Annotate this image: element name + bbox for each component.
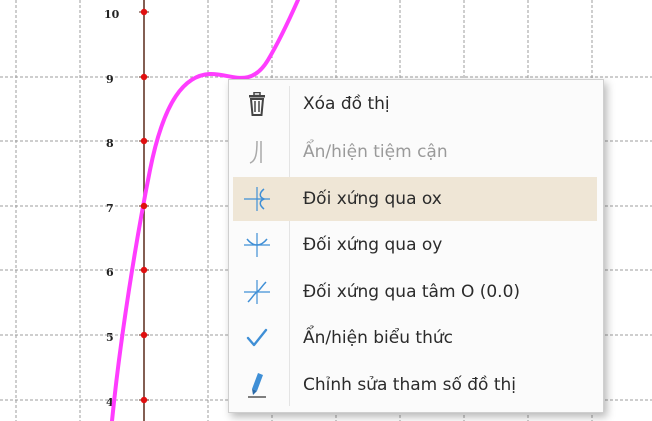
reflect-ox-icon — [233, 177, 281, 221]
y-tick-label: 10 — [104, 8, 120, 21]
y-tick-label: 9 — [106, 73, 114, 86]
axis-point — [140, 331, 148, 339]
y-tick-label: 6 — [106, 266, 114, 279]
menu-item-label: Đối xứng qua ox — [303, 189, 442, 209]
menu-item-toggle-asymptote[interactable]: Ẩn/hiện tiệm cận — [233, 130, 597, 174]
menu-item-label: Đối xứng qua tâm O (0.0) — [303, 282, 521, 302]
edit-pen-icon — [233, 363, 281, 407]
y-tick-label: 5 — [106, 331, 114, 344]
menu-item-reflect-oy[interactable]: Đối xứng qua oy — [233, 223, 597, 267]
y-tick-label: 7 — [106, 202, 114, 215]
menu-item-reflect-origin[interactable]: Đối xứng qua tâm O (0.0) — [233, 270, 597, 314]
menu-item-reflect-ox[interactable]: Đối xứng qua ox — [233, 177, 597, 221]
axis-point — [140, 202, 148, 210]
menu-item-label: Xóa đồ thị — [303, 94, 390, 114]
axis-point — [140, 137, 148, 145]
y-tick-label: 8 — [106, 137, 114, 150]
context-menu: Xóa đồ thị Ẩn/hiện tiệm cận Đối xứng qua… — [228, 79, 604, 413]
y-tick-labels: 10 9 8 7 6 5 4 — [104, 8, 120, 409]
trash-icon — [233, 82, 281, 126]
menu-item-edit-parameters[interactable]: Chỉnh sửa tham số đồ thị — [233, 363, 597, 407]
menu-item-delete-graph[interactable]: Xóa đồ thị — [233, 82, 597, 126]
axis-point — [140, 8, 148, 16]
menu-item-label: Ẩn/hiện tiệm cận — [303, 142, 448, 162]
axis-point — [140, 266, 148, 274]
menu-item-toggle-expression[interactable]: Ẩn/hiện biểu thức — [233, 316, 597, 360]
axis-point — [140, 396, 148, 404]
menu-item-label: Ẩn/hiện biểu thức — [303, 328, 453, 348]
asymptote-icon — [233, 130, 281, 174]
menu-item-label: Chỉnh sửa tham số đồ thị — [303, 375, 517, 395]
reflect-oy-icon — [233, 223, 281, 267]
menu-item-label: Đối xứng qua oy — [303, 235, 443, 255]
axis-point — [140, 73, 148, 81]
checkmark-icon — [233, 316, 281, 360]
reflect-origin-icon — [233, 270, 281, 314]
